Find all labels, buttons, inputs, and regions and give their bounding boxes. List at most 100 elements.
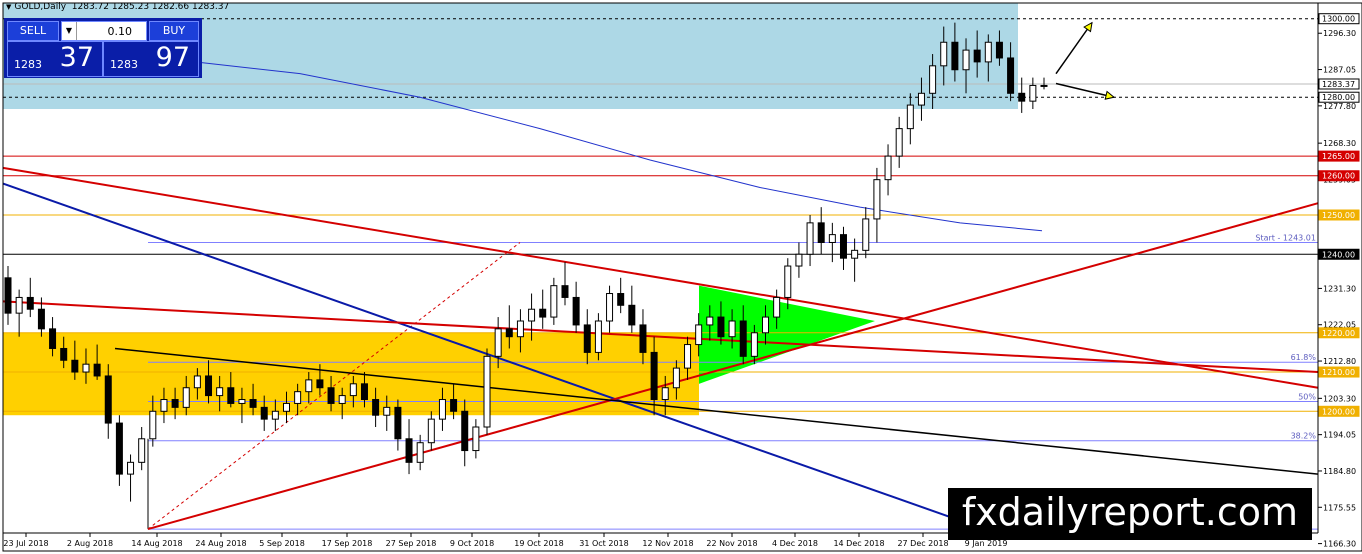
lot-size-input[interactable] [78, 23, 134, 39]
candle-body [260, 406, 268, 420]
candle-body [984, 41, 992, 63]
candle-body [851, 249, 859, 259]
buy-price-big: 97 [155, 42, 190, 73]
candle-body [973, 49, 981, 63]
candle-body [639, 324, 647, 353]
x-tick-label-11: 22 Nov 2018 [706, 539, 757, 548]
fib-annotation-0: Start - 1243.01 [1255, 233, 1316, 242]
buy-price-small: 1283 [110, 58, 138, 71]
candle-body [628, 304, 636, 326]
candle-body [37, 308, 45, 330]
lot-size-field[interactable]: ▼ [61, 21, 147, 41]
x-tick-label-13: 14 Dec 2018 [833, 539, 884, 548]
lot-dropdown-icon[interactable]: ▼ [62, 22, 77, 40]
candle-body [93, 363, 101, 377]
candle-body [182, 387, 190, 408]
candle-body [316, 379, 324, 389]
candle-body [282, 402, 290, 412]
candle-body [962, 49, 970, 71]
y-tick-label-13: 1175.55 [1323, 503, 1356, 512]
symbol-label: GOLD,Daily [14, 2, 67, 12]
level-label-1: 1283.37 [1322, 80, 1355, 89]
candle-body [684, 344, 692, 369]
candle-body [494, 328, 502, 357]
sell-price-small: 1283 [14, 58, 42, 71]
y-tick-label-1: 1287.05 [1323, 66, 1356, 75]
chart-header: ▼ GOLD,Daily 1283.72 1285.23 1282.66 1283… [6, 2, 229, 12]
y-tick-label-3: 1268.30 [1323, 139, 1356, 148]
x-tick-label-12: 4 Dec 2018 [772, 539, 818, 548]
candle-body [305, 379, 313, 393]
candle-body [149, 410, 157, 440]
level-label-6: 1240.00 [1322, 250, 1355, 259]
candle-body [873, 179, 881, 220]
fib-annotation-1: 61.8% [1291, 353, 1317, 362]
sell-price-big: 37 [59, 42, 94, 73]
candle-body [929, 65, 937, 94]
candle-body [895, 128, 903, 157]
candle-body [450, 399, 458, 412]
candle-body [906, 104, 914, 130]
candle-body [294, 391, 302, 404]
candle-body [1018, 92, 1026, 102]
candle-body [15, 296, 23, 314]
x-tick-label-3: 24 Aug 2018 [195, 539, 246, 548]
candle-body [193, 375, 201, 389]
candle-body [4, 277, 12, 314]
buy-button[interactable]: BUY [149, 21, 199, 41]
right-arrow-shaft [1055, 82, 1115, 98]
up-arrow-head [1083, 21, 1093, 33]
x-tick-label-10: 12 Nov 2018 [642, 539, 693, 548]
watermark-logo: fxdailyreport.com [947, 488, 1312, 540]
candle-body [828, 234, 836, 243]
candle-body [461, 410, 469, 452]
y-tick-label-11: 1194.05 [1323, 431, 1356, 440]
candle-body [806, 222, 814, 255]
candle-body [1040, 84, 1048, 87]
candle-body [104, 375, 112, 424]
x-tick-label-1: 2 Aug 2018 [67, 539, 113, 548]
sell-price-box[interactable]: 1283 37 [7, 41, 103, 77]
x-tick-label-7: 9 Oct 2018 [450, 539, 494, 548]
candle-body [606, 293, 614, 322]
candle-body [995, 41, 1003, 59]
candle-body [383, 406, 391, 416]
candle-body [427, 418, 435, 444]
candle-body [338, 395, 346, 404]
x-tick-label-14: 27 Dec 2018 [897, 539, 948, 548]
y-tick-label-12: 1184.80 [1323, 467, 1356, 476]
candle-body [728, 320, 736, 338]
x-tick-label-0: 23 Jul 2018 [3, 539, 48, 548]
y-tick-label-14: 1166.30 [1323, 540, 1356, 549]
candle-body [550, 285, 558, 318]
level-label-9: 1200.00 [1322, 407, 1355, 416]
candle-body [583, 324, 591, 353]
candle-body [49, 328, 57, 349]
dropdown-triangle-icon[interactable]: ▼ [6, 3, 11, 11]
candle-body [762, 316, 770, 334]
candle-body [594, 320, 602, 353]
right-arrow-head [1104, 90, 1116, 100]
candle-body [661, 387, 669, 401]
level-label-4: 1260.00 [1322, 172, 1355, 181]
level-label-2: 1280.00 [1322, 93, 1355, 102]
up-arrow-shaft [1055, 22, 1093, 75]
candle-body [483, 355, 491, 428]
level-label-3: 1265.00 [1322, 152, 1355, 161]
x-tick-label-4: 5 Sep 2018 [259, 539, 305, 548]
candle-body [572, 296, 580, 326]
candle-body [717, 316, 725, 338]
buy-price-box[interactable]: 1283 97 [103, 41, 199, 77]
candle-body [750, 332, 758, 357]
y-tick-label-2: 1277.80 [1323, 102, 1356, 111]
candle-body [784, 265, 792, 298]
level-label-0: 1300.00 [1322, 15, 1355, 24]
candle-body [617, 293, 625, 306]
x-tick-label-8: 19 Oct 2018 [514, 539, 563, 548]
candle-body [349, 383, 357, 397]
candle-body [862, 218, 870, 251]
sell-button[interactable]: SELL [7, 21, 59, 41]
candle-body [672, 367, 680, 389]
candle-body [271, 410, 279, 420]
candle-body [249, 399, 257, 408]
